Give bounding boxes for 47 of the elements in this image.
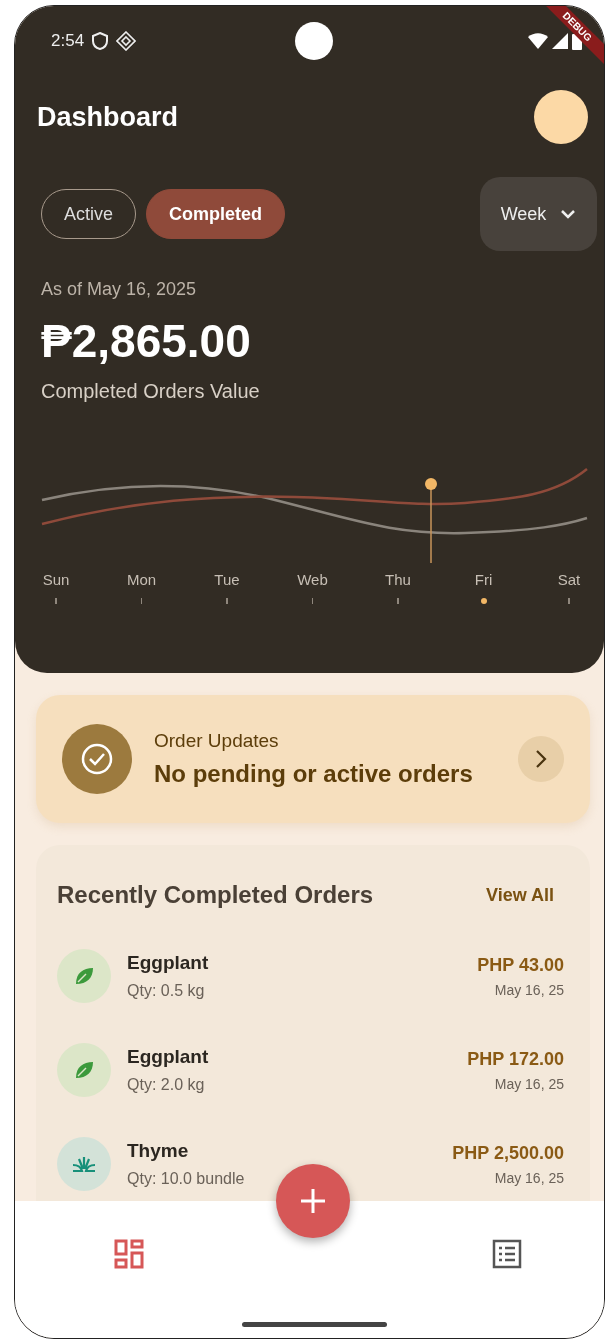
day-label: Thu [385, 571, 411, 588]
item-price: PHP 43.00 [477, 954, 564, 976]
wifi-icon [528, 33, 548, 49]
amount-caption: Completed Orders Value [41, 380, 261, 403]
day-label: Tue [214, 571, 240, 588]
chevron-down-icon [560, 209, 577, 219]
item-date: May 16, 25 [493, 1075, 564, 1092]
leaf-icon [73, 1059, 95, 1081]
item-date: May 16, 25 [493, 1169, 564, 1186]
day-label: Web [297, 571, 328, 588]
item-date: May 16, 25 [493, 981, 564, 998]
item-name: Eggplant [127, 952, 209, 974]
item-price: PHP 172.00 [467, 1048, 564, 1070]
day-label: Sun [42, 571, 70, 588]
item-name: Thyme [127, 1140, 190, 1162]
filter-chip[interactable]: Completed [146, 189, 286, 239]
camera-cutout [295, 22, 333, 60]
chevron-right-button[interactable] [518, 736, 564, 782]
item-quantity: Qty: 2.0 kg [127, 1076, 206, 1094]
section-title: Recently Completed Orders [57, 881, 374, 909]
page-title: Dashboard [37, 101, 179, 133]
item-name: Eggplant [127, 1046, 209, 1068]
day-label: Sat [557, 571, 581, 588]
dashboard-icon [114, 1239, 144, 1269]
item-price: PHP 2,500.00 [452, 1142, 564, 1164]
dashboard-tab[interactable] [114, 1239, 144, 1271]
day-label: Fri [474, 571, 493, 588]
item-quantity: Qty: 0.5 kg [127, 982, 206, 1000]
period-dropdown[interactable]: Week [480, 177, 597, 251]
avatar[interactable] [534, 90, 588, 144]
card-title: Order Updates [154, 730, 280, 752]
plus-icon [300, 1188, 326, 1214]
list-tab[interactable] [492, 1239, 522, 1271]
view-all-link[interactable]: View All [485, 884, 554, 906]
total-amount: ₱2,865.00 [41, 314, 252, 368]
status-time: 2:54 [51, 31, 85, 51]
leaf-icon [73, 965, 95, 987]
filter-chip[interactable]: Active [41, 189, 137, 239]
order-updates-card[interactable]: Order Updates No pending or active orders [36, 695, 590, 823]
diamond-icon [116, 31, 137, 51]
as-of-date: As of May 16, 2025 [41, 279, 198, 300]
list-icon [492, 1239, 522, 1269]
chevron-right-icon [535, 749, 547, 769]
card-message: No pending or active orders [154, 760, 473, 788]
item-quantity: Qty: 10.0 bundle [127, 1170, 245, 1188]
day-label: Mon [126, 571, 157, 588]
shield-icon [92, 32, 109, 50]
